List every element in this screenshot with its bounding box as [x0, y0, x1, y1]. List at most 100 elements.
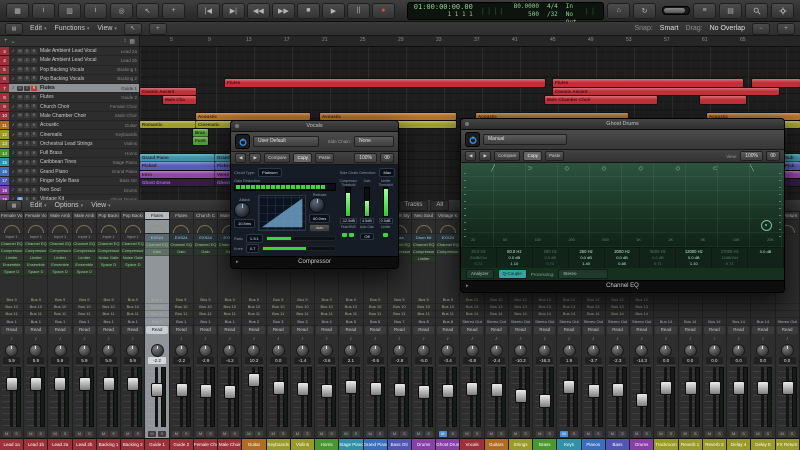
audio-fx-slot[interactable]: Compressor: [0, 248, 24, 255]
solo-button[interactable]: S: [594, 431, 603, 437]
duplicate-track-icon[interactable]: ⌄: [11, 38, 16, 45]
automation-mode-button[interactable]: Read: [534, 326, 556, 334]
automation-mode-button[interactable]: Read: [122, 326, 144, 334]
record-button[interactable]: ●: [371, 2, 395, 19]
fader-cap[interactable]: [442, 383, 455, 398]
send-slot[interactable]: Bus 14: [484, 311, 508, 318]
audio-fx-slot[interactable]: Compressor: [72, 248, 96, 255]
record-enable-button[interactable]: R: [31, 48, 37, 54]
audio-fx-slot[interactable]: Ensemble: [24, 262, 48, 269]
automation-mode-button[interactable]: Read: [703, 326, 726, 334]
strip-track-name[interactable]: Lead 2a: [48, 438, 72, 450]
pan-knob[interactable]: [267, 343, 290, 357]
solo-button[interactable]: S: [24, 150, 30, 156]
fader-cap[interactable]: [321, 384, 334, 399]
instrument-slot[interactable]: EXS24: [145, 234, 169, 242]
track-row[interactable]: 13 ♪ M S R Orchestral Lead Strings Violins: [0, 139, 139, 149]
pan-knob[interactable]: [412, 343, 435, 357]
fader-cap[interactable]: [248, 373, 261, 388]
send-slot[interactable]: Bus 11: [121, 311, 145, 318]
automation-mode-button[interactable]: Read: [582, 326, 604, 334]
solo-button[interactable]: S: [36, 431, 45, 437]
side-chain-dropdown[interactable]: None: [354, 136, 394, 147]
strip-track-name[interactable]: Guitars: [484, 438, 508, 450]
strip-track-name[interactable]: Grand Piano: [363, 438, 387, 450]
mute-button[interactable]: M: [17, 104, 23, 110]
volume-fader[interactable]: [680, 365, 700, 429]
region[interactable]: Sub: [783, 153, 800, 162]
fader-cap[interactable]: [708, 381, 721, 396]
mute-button[interactable]: M: [608, 431, 617, 437]
prev-preset-button[interactable]: ◀: [235, 153, 247, 163]
solo-button[interactable]: S: [24, 94, 30, 100]
fader-cap[interactable]: [6, 376, 18, 391]
region[interactable]: Pick: [783, 162, 800, 170]
output-slot[interactable]: Bus 1: [96, 318, 121, 326]
solo-button[interactable]: S: [230, 431, 239, 437]
volume-fader[interactable]: [147, 365, 167, 429]
strip-setting-name[interactable]: Flutes: [169, 212, 193, 220]
track-row[interactable]: 10 ♪ M S R Male Chamber Choir Male Choir: [0, 111, 139, 122]
send-slot[interactable]: Bus 12: [460, 297, 484, 304]
low-shelf-band-icon[interactable]: ⊃: [527, 165, 532, 172]
solo-button[interactable]: S: [24, 113, 30, 119]
strip-track-name[interactable]: Reverb 3: [702, 438, 727, 450]
add-track-icon[interactable]: +: [4, 38, 8, 44]
volume-fader[interactable]: [656, 365, 676, 429]
fader-cap[interactable]: [466, 381, 479, 396]
mute-button[interactable]: M: [17, 141, 23, 147]
mixer-menu-edit[interactable]: Edit ▾: [30, 202, 47, 209]
strip-track-name[interactable]: Backing 2: [121, 438, 145, 450]
output-slot[interactable]: Bus 5: [339, 318, 363, 326]
send-slot[interactable]: Bus 14: [508, 311, 533, 318]
solo-button[interactable]: S: [521, 431, 530, 437]
copy-button[interactable]: Copy: [293, 153, 312, 163]
audio-fx-slot[interactable]: Channel EQ: [72, 241, 96, 248]
audio-fx-slot[interactable]: Ensemble: [48, 262, 72, 269]
pan-knob[interactable]: [509, 343, 532, 357]
band-q[interactable]: 0.71: [640, 261, 675, 267]
volume-fader[interactable]: [559, 365, 579, 429]
fader-cap[interactable]: [636, 392, 649, 407]
mute-button[interactable]: M: [17, 178, 23, 184]
output-slot[interactable]: Bus 1: [72, 318, 96, 326]
send-slot[interactable]: Bus 9: [218, 297, 242, 304]
audio-fx-slot[interactable]: Gain: [145, 249, 169, 256]
prev-preset-button[interactable]: ◀: [465, 151, 477, 161]
band-q[interactable]: 0.71: [712, 261, 747, 267]
volume-fader[interactable]: [268, 365, 288, 429]
eq-band-column[interactable]: 17000 Hz 12dB/Oct 0.71: [712, 248, 749, 268]
automation-mode-button[interactable]: Read: [316, 326, 338, 334]
paste-button[interactable]: Paste: [544, 151, 565, 161]
mixer-menu-view[interactable]: View ▾: [91, 202, 111, 209]
mixer-tab-tracks[interactable]: Tracks: [398, 200, 429, 211]
audio-fx-slot[interactable]: Space D: [121, 262, 145, 269]
track-row[interactable]: 12 ♪ M S R Cinematic Keyboards: [0, 130, 139, 140]
strip-track-name[interactable]: Lead 1b: [24, 438, 48, 450]
detection-dropdown[interactable]: Max: [379, 168, 395, 177]
volume-fader[interactable]: [583, 365, 603, 429]
send-slot[interactable]: Bus 9: [0, 297, 24, 304]
rms-button[interactable]: [349, 233, 355, 237]
volume-value[interactable]: -2.9: [196, 357, 215, 364]
send-slot[interactable]: Bus 10: [193, 304, 218, 311]
input-slot[interactable]: Input 1: [72, 234, 96, 241]
mute-button[interactable]: M: [17, 48, 23, 54]
region[interactable]: Male Chamber Choir: [545, 95, 657, 104]
search-icon[interactable]: [745, 2, 768, 19]
automation-mode-button[interactable]: Read: [412, 326, 435, 334]
send-slot[interactable]: Bus 14: [460, 311, 484, 318]
strip-track-name[interactable]: Drums: [411, 438, 436, 450]
output-slot[interactable]: Bus 3: [266, 318, 290, 326]
automation-mode-button[interactable]: Read: [752, 326, 774, 334]
output-slot[interactable]: Bus 14: [654, 318, 678, 326]
volume-fader[interactable]: [50, 365, 70, 429]
send-slot[interactable]: Bus 10: [218, 304, 242, 311]
solo-button[interactable]: S: [715, 431, 724, 437]
strip-setting-name[interactable]: Neo Soul: [411, 212, 436, 220]
region[interactable]: Flutes: [553, 79, 743, 87]
analyzer-gain-icon[interactable]: [761, 220, 772, 231]
channel-strip[interactable]: Pop Backi Input 1 Channel EQ Compressor Nois…: [96, 212, 122, 450]
strip-track-name[interactable]: Trackroom: [654, 438, 678, 450]
send-slot[interactable]: Bus 11: [72, 311, 96, 318]
